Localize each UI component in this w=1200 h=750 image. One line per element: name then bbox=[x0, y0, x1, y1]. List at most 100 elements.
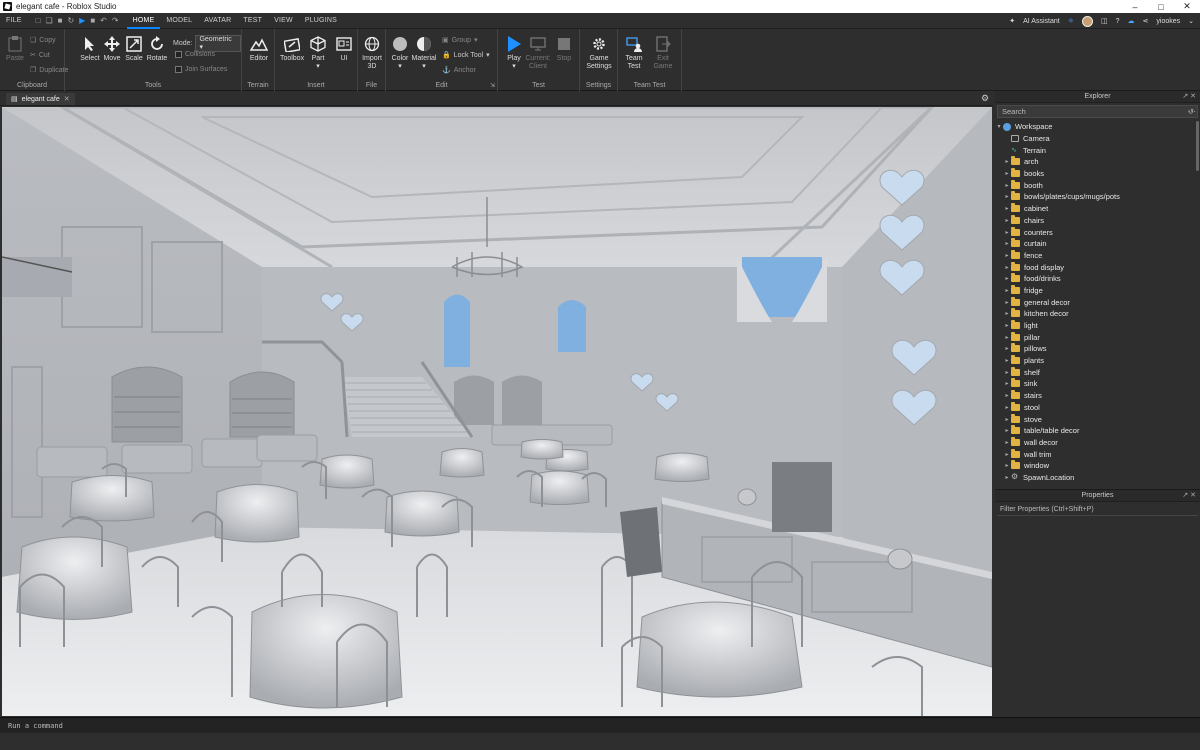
tree-item[interactable]: ▸ arch bbox=[995, 156, 1200, 168]
chevron-right-icon[interactable]: ▸ bbox=[1003, 404, 1011, 411]
tree-item[interactable]: ▸ chairs bbox=[995, 214, 1200, 227]
tree-item[interactable]: ▸ stove bbox=[995, 413, 1200, 425]
tree-item[interactable]: ▸ pillar bbox=[995, 331, 1200, 343]
tree-item[interactable]: ▸ fridge bbox=[995, 284, 1200, 297]
chevron-right-icon[interactable]: ▸ bbox=[1003, 334, 1011, 341]
tree-item[interactable]: ▸ stool bbox=[995, 401, 1200, 414]
chevron-right-icon[interactable]: ▸ bbox=[1003, 474, 1011, 481]
copy-file-icon[interactable]: ❏ bbox=[45, 16, 52, 25]
viewport-settings-icon[interactable]: ⚙ bbox=[981, 93, 989, 104]
tree-item[interactable]: ▸ ⚙ SpawnLocation bbox=[995, 472, 1200, 484]
select-button[interactable]: Select bbox=[78, 35, 102, 63]
refresh-icon[interactable]: ↻ bbox=[67, 16, 74, 25]
chevron-right-icon[interactable]: ▸ bbox=[1003, 217, 1011, 224]
tree-item[interactable]: ▸ wall trim bbox=[995, 448, 1200, 460]
mode-dropdown[interactable]: Geometric ▾ bbox=[195, 35, 241, 52]
chevron-right-icon[interactable]: ▸ bbox=[1003, 170, 1011, 177]
tree-item[interactable]: ▸ pillows bbox=[995, 343, 1200, 355]
toolbox-button[interactable]: Toolbox bbox=[280, 35, 304, 63]
current-client-button[interactable]: Current: Client bbox=[525, 35, 551, 71]
chevron-right-icon[interactable]: ▸ bbox=[1003, 264, 1011, 271]
tab-model[interactable]: MODEL bbox=[160, 13, 198, 29]
cloud-icon[interactable]: ☁ bbox=[1128, 17, 1135, 25]
chevron-right-icon[interactable]: ▸ bbox=[1003, 205, 1011, 212]
tree-item[interactable]: ▸ bowls/plates/cups/mugs/pots bbox=[995, 191, 1200, 203]
anchor-button[interactable]: ⚓ Anchor bbox=[442, 66, 476, 75]
join-surfaces-toggle[interactable]: Join Surfaces bbox=[175, 66, 227, 73]
undo-icon[interactable]: ↶ bbox=[100, 16, 107, 25]
collisions-toggle[interactable]: Collisions bbox=[175, 51, 215, 58]
chevron-right-icon[interactable]: ▸ bbox=[1003, 451, 1011, 458]
tree-item[interactable]: ▸ fence bbox=[995, 249, 1200, 262]
import-3d-button[interactable]: Import 3D bbox=[360, 35, 384, 71]
tree-item[interactable]: ▸ books bbox=[995, 168, 1200, 180]
tree-item[interactable]: ▸ food/drinks bbox=[995, 273, 1200, 285]
3d-viewport[interactable] bbox=[2, 107, 992, 716]
chevron-right-icon[interactable]: ▸ bbox=[1003, 310, 1011, 317]
group-button[interactable]: ▣ Group ▾ bbox=[442, 36, 478, 45]
notification-icon[interactable]: ⚛ bbox=[1068, 17, 1074, 25]
game-settings-button[interactable]: Game Settings bbox=[586, 35, 612, 71]
scale-button[interactable]: Scale bbox=[122, 35, 146, 63]
chevron-down-icon[interactable]: ⌄ bbox=[1188, 17, 1194, 25]
chevron-right-icon[interactable]: ▸ bbox=[1003, 275, 1011, 282]
chevron-right-icon[interactable]: ▸ bbox=[1003, 252, 1011, 259]
panel-controls[interactable]: ↗ ✕ bbox=[1182, 91, 1196, 103]
chevron-right-icon[interactable]: ▸ bbox=[1003, 158, 1011, 165]
part-button[interactable]: Part ▾ bbox=[306, 35, 330, 71]
lock-tool-button[interactable]: 🔒 Lock Tool ▾ bbox=[442, 51, 490, 60]
minimize-icon[interactable]: – bbox=[1122, 0, 1148, 13]
terrain-editor-button[interactable]: Editor bbox=[247, 35, 271, 63]
chevron-right-icon[interactable]: ▸ bbox=[1003, 299, 1011, 306]
material-button[interactable]: Material ▾ bbox=[412, 35, 436, 71]
duplicate-button[interactable]: ❐ Duplicate bbox=[30, 66, 68, 75]
username-label[interactable]: yiookes bbox=[1156, 18, 1180, 25]
play-icon[interactable]: ▶ bbox=[79, 16, 85, 25]
tab-home[interactable]: HOME bbox=[126, 13, 161, 29]
tree-item[interactable]: Camera bbox=[995, 133, 1200, 145]
save-icon[interactable]: ■ bbox=[58, 16, 63, 25]
tab-view[interactable]: VIEW bbox=[268, 13, 299, 29]
tree-item[interactable]: ▸ food display bbox=[995, 261, 1200, 273]
chevron-right-icon[interactable]: ▸ bbox=[1003, 322, 1011, 329]
close-icon[interactable]: ✕ bbox=[1174, 0, 1200, 13]
chevron-right-icon[interactable]: ▸ bbox=[1003, 439, 1011, 446]
new-file-icon[interactable]: □ bbox=[36, 16, 41, 25]
paste-button[interactable]: Paste bbox=[4, 35, 26, 63]
help-icon[interactable]: ? bbox=[1116, 18, 1120, 25]
chevron-right-icon[interactable]: ▸ bbox=[1003, 240, 1011, 247]
tab-file[interactable]: FILE bbox=[0, 13, 28, 29]
tree-item[interactable]: ▸ wall decor bbox=[995, 436, 1200, 449]
chevron-right-icon[interactable]: ▸ bbox=[1003, 462, 1011, 469]
tree-item[interactable]: ▸ shelf bbox=[995, 366, 1200, 378]
edit-expand-icon[interactable]: ⇲ bbox=[490, 82, 495, 89]
ai-assistant-button[interactable]: AI Assistant bbox=[1023, 18, 1060, 25]
maximize-icon[interactable]: □ bbox=[1148, 0, 1174, 13]
avatar[interactable] bbox=[1081, 15, 1093, 27]
chevron-right-icon[interactable]: ▸ bbox=[1003, 416, 1011, 423]
cut-button[interactable]: ✂ Cut bbox=[30, 51, 50, 60]
chevron-right-icon[interactable]: ▸ bbox=[1003, 380, 1011, 387]
chevron-right-icon[interactable]: ▸ bbox=[1003, 345, 1011, 352]
explorer-scrollbar[interactable] bbox=[1196, 121, 1199, 171]
tab-avatar[interactable]: AVATAR bbox=[198, 13, 237, 29]
move-button[interactable]: Move bbox=[100, 35, 124, 63]
tree-item[interactable]: ▸ plants bbox=[995, 355, 1200, 367]
bell-icon[interactable]: ◫ bbox=[1101, 17, 1108, 25]
chevron-right-icon[interactable]: ▸ bbox=[1003, 392, 1011, 399]
chevron-right-icon[interactable]: ▸ bbox=[1003, 369, 1011, 376]
stop-button[interactable]: Stop bbox=[552, 35, 576, 63]
ui-button[interactable]: UI bbox=[332, 35, 356, 63]
tree-item[interactable]: ▸ counters bbox=[995, 226, 1200, 238]
chevron-right-icon[interactable]: ▸ bbox=[1003, 229, 1011, 236]
tree-item[interactable]: ∿ Terrain bbox=[995, 144, 1200, 156]
tab-elegant-cafe[interactable]: ▤ elegant cafe ✕ bbox=[6, 93, 75, 105]
chevron-right-icon[interactable]: ▸ bbox=[1003, 357, 1011, 364]
collisions-checkbox[interactable] bbox=[175, 51, 182, 58]
tree-item[interactable]: ▸ booth bbox=[995, 179, 1200, 191]
share-icon[interactable]: ⋖ bbox=[1143, 17, 1149, 25]
tab-plugins[interactable]: PLUGINS bbox=[299, 13, 343, 29]
chevron-right-icon[interactable]: ▸ bbox=[1003, 193, 1011, 200]
tree-item[interactable]: ▸ general decor bbox=[995, 296, 1200, 308]
tree-item[interactable]: ▸ curtain bbox=[995, 238, 1200, 250]
